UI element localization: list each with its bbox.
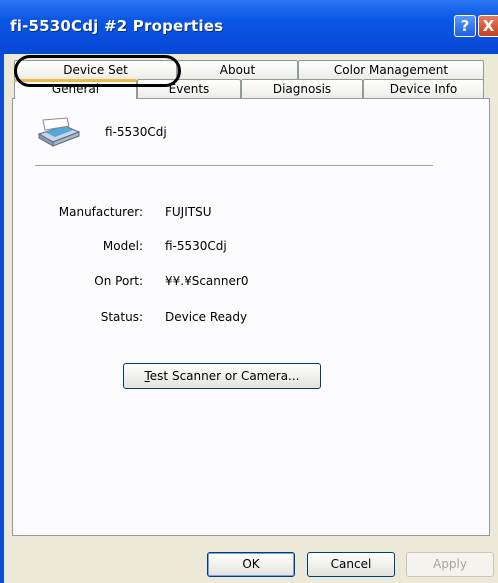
scanner-icon	[35, 116, 83, 152]
dialog-body: Device Set About Color Management Genera…	[4, 54, 498, 583]
cancel-button[interactable]: Cancel	[307, 552, 395, 577]
properties-window: fi-5530Cdj #2 Properties ? X Device Set …	[0, 0, 498, 583]
status-value: Device Ready	[165, 310, 248, 324]
test-scanner-button[interactable]: Test Scanner or Camera...	[123, 363, 321, 389]
tab-device-info[interactable]: Device Info	[363, 79, 484, 99]
apply-button[interactable]: Apply	[406, 552, 494, 577]
tab-diagnosis[interactable]: Diagnosis	[241, 79, 363, 99]
model-label: Model:	[102, 239, 143, 253]
title-bar[interactable]: fi-5530Cdj #2 Properties ? X	[0, 0, 498, 54]
help-button[interactable]: ?	[454, 15, 476, 37]
tab-color-management[interactable]: Color Management	[298, 60, 484, 80]
separator	[35, 165, 433, 167]
port-label: On Port:	[94, 274, 143, 288]
test-button-label: est Scanner or Camera...	[149, 369, 300, 383]
annotation-highlight-oval	[14, 55, 181, 87]
port-value: ¥¥.¥Scanner0	[165, 274, 249, 288]
general-tab-panel: fi-5530Cdj Manufacturer: FUJITSU Model: …	[12, 98, 490, 536]
tab-about[interactable]: About	[177, 60, 298, 80]
status-label: Status:	[100, 310, 143, 324]
window-title: fi-5530Cdj #2 Properties	[10, 17, 224, 35]
model-value: fi-5530Cdj	[165, 239, 227, 253]
close-button[interactable]: X	[478, 15, 498, 37]
ok-button[interactable]: OK	[207, 552, 295, 577]
manufacturer-label: Manufacturer:	[58, 205, 143, 219]
device-name: fi-5530Cdj	[105, 125, 167, 139]
manufacturer-value: FUJITSU	[165, 205, 212, 219]
